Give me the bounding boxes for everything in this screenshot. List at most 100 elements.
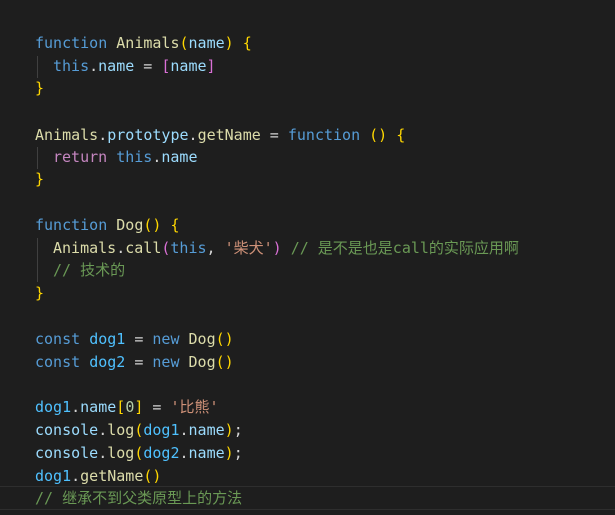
variable: dog2 [89, 353, 126, 371]
code-line-8[interactable]: Animals.call(this, '柴犬') // 是不是也是call的实际… [53, 237, 519, 259]
code-line-15[interactable]: console.log(dog2.name); [35, 442, 243, 464]
keyword: function [35, 216, 108, 234]
code-line-13[interactable]: dog1.name[0] = '比熊' [35, 396, 219, 418]
keyword: new [152, 330, 180, 348]
keyword: this [116, 148, 153, 166]
dot: . [98, 421, 108, 439]
operator: = [134, 57, 162, 75]
paren: ) [224, 34, 234, 52]
dot: . [98, 126, 108, 144]
paren: () [360, 126, 388, 144]
function-name: Animals [116, 34, 180, 52]
dot: . [71, 467, 81, 485]
brace: { [242, 34, 252, 52]
bracket: [ [116, 398, 126, 416]
brace: } [35, 170, 45, 188]
object-name: console [35, 444, 99, 462]
variable: dog2 [143, 444, 180, 462]
keyword: const [35, 353, 81, 371]
property: name [188, 444, 225, 462]
brace: } [35, 284, 45, 302]
code-line-16[interactable]: dog1.getName() [35, 465, 161, 487]
object-name: Animals [35, 126, 99, 144]
string: '柴犬' [224, 239, 273, 257]
brace: { [161, 216, 180, 234]
method-name: log [107, 444, 135, 462]
keyword: return [53, 148, 108, 166]
dot: . [188, 126, 198, 144]
paren: ( [179, 34, 189, 52]
property: name [80, 398, 117, 416]
string: '比熊' [170, 398, 219, 416]
object-name: Animals [53, 239, 117, 257]
method-name: getName [197, 126, 261, 144]
method-name: getName [80, 467, 144, 485]
indent-guide [37, 56, 38, 78]
variable: dog1 [143, 421, 180, 439]
comma: , [206, 239, 225, 257]
method-name: log [107, 421, 135, 439]
code-line-17[interactable]: // 继承不到父类原型上的方法 [35, 487, 242, 509]
brace: } [35, 79, 45, 97]
operator: = [125, 353, 153, 371]
object-name: console [35, 421, 99, 439]
paren: () [143, 216, 162, 234]
paren: ) [224, 421, 234, 439]
paren: ) [224, 444, 234, 462]
semicolon: ; [233, 444, 243, 462]
paren: () [143, 467, 162, 485]
paren: ) [272, 239, 282, 257]
code-line-11[interactable]: const dog1 = new Dog() [35, 328, 234, 350]
keyword: const [35, 330, 81, 348]
dot: . [89, 57, 99, 75]
parameter: name [188, 34, 225, 52]
code-line-7[interactable]: function Dog() { [35, 214, 180, 236]
variable: dog1 [35, 398, 72, 416]
code-line-10[interactable]: } [35, 282, 44, 304]
dot: . [71, 398, 81, 416]
class-name: Dog [188, 330, 216, 348]
variable: name [170, 57, 207, 75]
code-editor[interactable]: function Animals(name) { this.name = [na… [0, 0, 615, 515]
variable: dog1 [35, 467, 72, 485]
dot: . [179, 421, 189, 439]
method-name: call [125, 239, 162, 257]
bracket: ] [206, 57, 216, 75]
dot: . [98, 444, 108, 462]
comment: // 是不是也是call的实际应用啊 [281, 239, 519, 257]
code-line-4[interactable]: Animals.prototype.getName = function () … [35, 124, 405, 146]
dot: . [179, 444, 189, 462]
keyword: this [53, 57, 90, 75]
keyword: function [35, 34, 108, 52]
property: prototype [107, 126, 189, 144]
code-line-6[interactable]: } [35, 168, 44, 190]
keyword: this [170, 239, 207, 257]
comment: // 技术的 [53, 261, 126, 279]
function-name: Dog [116, 216, 144, 234]
class-name: Dog [188, 353, 216, 371]
variable: dog1 [89, 330, 126, 348]
number: 0 [125, 398, 135, 416]
operator: = [143, 398, 171, 416]
paren: () [215, 353, 234, 371]
code-line-5[interactable]: return this.name [53, 146, 198, 168]
dot: . [116, 239, 126, 257]
operator: = [260, 126, 288, 144]
code-line-1[interactable]: function Animals(name) { [35, 32, 252, 54]
semicolon: ; [233, 421, 243, 439]
property: name [188, 421, 225, 439]
property: name [98, 57, 135, 75]
brace: { [387, 126, 406, 144]
indent-guide [37, 238, 38, 282]
code-line-14[interactable]: console.log(dog1.name); [35, 419, 243, 441]
code-line-12[interactable]: const dog2 = new Dog() [35, 351, 234, 373]
code-line-2[interactable]: this.name = [name] [53, 55, 216, 77]
code-line-3[interactable]: } [35, 77, 44, 99]
indent-guide [37, 147, 38, 169]
code-line-9[interactable]: // 技术的 [53, 259, 125, 281]
keyword: function [287, 126, 361, 144]
operator: = [125, 330, 153, 348]
keyword: new [152, 353, 180, 371]
property: name [161, 148, 198, 166]
paren: () [215, 330, 234, 348]
